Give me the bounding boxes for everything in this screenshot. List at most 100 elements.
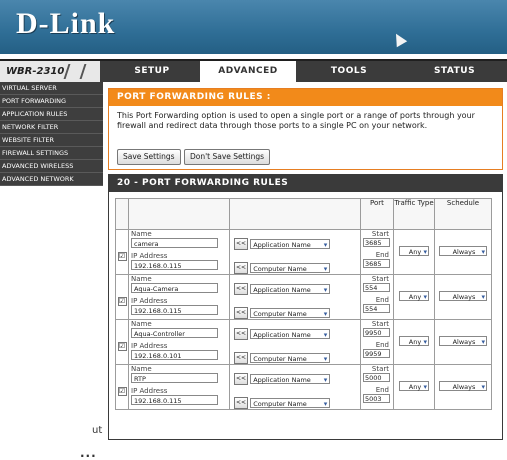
- start-port-input[interactable]: 3685: [363, 238, 390, 247]
- ip-input[interactable]: 192.168.0.115: [131, 305, 218, 315]
- computer-name-select[interactable]: Computer Name ▾: [250, 353, 331, 363]
- rule-row: ☑ Name Aqua-Controller IP Address 192.16…: [115, 319, 492, 365]
- application-name-select[interactable]: Application Name ▾: [250, 374, 331, 384]
- name-input[interactable]: Aqua-Controller: [131, 328, 218, 338]
- computer-name-value: Computer Name: [253, 310, 307, 318]
- copy-app-button[interactable]: <<: [234, 328, 248, 340]
- sidebar-item-advanced-network[interactable]: Advanced Network: [0, 173, 103, 186]
- rule-traffic-cell: Any ▾: [393, 319, 435, 365]
- copy-app-button[interactable]: <<: [234, 238, 248, 250]
- rule-checkbox-cell: ☑: [115, 319, 129, 365]
- chevron-down-icon: ▾: [323, 310, 328, 318]
- tab-status[interactable]: STATUS: [402, 61, 507, 82]
- rule-enable-checkbox[interactable]: ☑: [117, 342, 127, 351]
- start-label: Start: [371, 320, 389, 328]
- copy-computer-button[interactable]: <<: [234, 397, 248, 409]
- rule-port-cell: Start 554 End 554: [360, 274, 394, 320]
- header-app-cell: [229, 198, 361, 230]
- computer-name-value: Computer Name: [253, 400, 307, 408]
- end-port-input[interactable]: 554: [363, 304, 390, 313]
- name-label: Name: [131, 365, 152, 373]
- computer-name-select[interactable]: Computer Name ▾: [250, 398, 331, 408]
- rules-title: 20 - PORT FORWARDING RULES: [109, 175, 502, 192]
- app-select-group: << Application Name ▾: [234, 238, 360, 250]
- sidebar-item-firewall-settings[interactable]: Firewall Settings: [0, 147, 103, 160]
- schedule-select[interactable]: Always ▾: [439, 336, 487, 346]
- schedule-value: Always: [452, 293, 476, 301]
- top-nav: WBR-2310 SETUP ADVANCED TOOLS STATUS: [0, 59, 507, 82]
- copy-computer-button[interactable]: <<: [234, 307, 248, 319]
- application-name-value: Application Name: [253, 241, 311, 249]
- overlay-text-fragment: ut: [92, 425, 103, 436]
- ip-input[interactable]: 192.168.0.115: [131, 395, 218, 405]
- computer-name-select[interactable]: Computer Name ▾: [250, 308, 331, 318]
- rule-enable-checkbox[interactable]: ☑: [117, 252, 127, 261]
- sidebar-item-application-rules[interactable]: Application Rules: [0, 108, 103, 121]
- application-name-select[interactable]: Application Name ▾: [250, 329, 331, 339]
- rule-enable-checkbox[interactable]: ☑: [117, 387, 127, 396]
- schedule-select[interactable]: Always ▾: [439, 246, 487, 256]
- end-port-input[interactable]: 5003: [363, 394, 390, 403]
- schedule-select[interactable]: Always ▾: [439, 291, 487, 301]
- rules-table: Port Traffic Type Schedule ☑ Name camera…: [115, 198, 492, 410]
- traffic-type-select[interactable]: Any ▾: [399, 246, 429, 256]
- rule-schedule-cell: Always ▾: [434, 274, 492, 320]
- model-label: WBR-2310: [0, 61, 100, 82]
- end-port-input[interactable]: 9959: [363, 349, 390, 358]
- tab-setup[interactable]: SETUP: [104, 61, 200, 82]
- traffic-type-value: Any: [408, 383, 422, 391]
- computer-name-select[interactable]: Computer Name ▾: [250, 263, 331, 273]
- chevron-down-icon: ▾: [323, 400, 328, 408]
- dont-save-settings-button[interactable]: Don't Save Settings: [184, 149, 271, 165]
- header-traffic-type: Traffic Type: [393, 198, 435, 230]
- header-schedule: Schedule: [434, 198, 492, 230]
- application-name-select[interactable]: Application Name ▾: [250, 239, 331, 249]
- app-select-group: << Application Name ▾: [234, 283, 360, 295]
- schedule-select[interactable]: Always ▾: [439, 381, 487, 391]
- start-port-input[interactable]: 554: [363, 283, 390, 292]
- rule-checkbox-cell: ☑: [115, 274, 129, 320]
- copy-computer-button[interactable]: <<: [234, 262, 248, 274]
- copy-computer-button[interactable]: <<: [234, 352, 248, 364]
- application-name-value: Application Name: [253, 376, 311, 384]
- traffic-type-select[interactable]: Any ▾: [399, 336, 429, 346]
- sidebar-item-virtual-server[interactable]: Virtual Server: [0, 82, 103, 95]
- end-label: End: [375, 251, 389, 259]
- traffic-type-select[interactable]: Any ▾: [399, 381, 429, 391]
- start-port-input[interactable]: 9950: [363, 328, 390, 337]
- end-port-input[interactable]: 3685: [363, 259, 390, 268]
- application-name-select[interactable]: Application Name ▾: [250, 284, 331, 294]
- start-label: Start: [371, 230, 389, 238]
- rule-enable-checkbox[interactable]: ☑: [117, 297, 127, 306]
- name-input[interactable]: RTP: [131, 373, 218, 383]
- header-name-cell: [128, 198, 230, 230]
- dlink-logo: D-Link: [16, 7, 116, 40]
- mouse-cursor-icon: [390, 30, 408, 48]
- tab-tools[interactable]: TOOLS: [296, 61, 402, 82]
- chevron-down-icon: ▾: [323, 376, 328, 384]
- sidebar-item-network-filter[interactable]: Network Filter: [0, 121, 103, 134]
- application-name-value: Application Name: [253, 331, 311, 339]
- ip-input[interactable]: 192.168.0.101: [131, 350, 218, 360]
- rule-checkbox-cell: ☑: [115, 229, 129, 275]
- sidebar-item-port-forwarding[interactable]: Port Forwarding: [0, 95, 103, 108]
- end-label: End: [375, 296, 389, 304]
- tab-advanced[interactable]: ADVANCED: [200, 61, 296, 82]
- schedule-value: Always: [452, 248, 476, 256]
- schedule-value: Always: [452, 383, 476, 391]
- sidebar-item-website-filter[interactable]: Website Filter: [0, 134, 103, 147]
- copy-app-button[interactable]: <<: [234, 283, 248, 295]
- traffic-type-select[interactable]: Any ▾: [399, 291, 429, 301]
- name-input[interactable]: camera: [131, 238, 218, 248]
- sidebar-item-advanced-wireless[interactable]: Advanced Wireless: [0, 160, 103, 173]
- start-port-input[interactable]: 5000: [363, 373, 390, 382]
- copy-app-button[interactable]: <<: [234, 373, 248, 385]
- save-settings-button[interactable]: Save Settings: [117, 149, 181, 165]
- rule-port-cell: Start 3685 End 3685: [360, 229, 394, 275]
- name-input[interactable]: Aqua-Camera: [131, 283, 218, 293]
- computer-select-group: << Computer Name ▾: [234, 307, 360, 319]
- rule-name-cell: Name Aqua-Controller IP Address 192.168.…: [128, 319, 230, 365]
- header-banner: D-Link: [0, 0, 507, 54]
- ip-input[interactable]: 192.168.0.115: [131, 260, 218, 270]
- end-label: End: [375, 386, 389, 394]
